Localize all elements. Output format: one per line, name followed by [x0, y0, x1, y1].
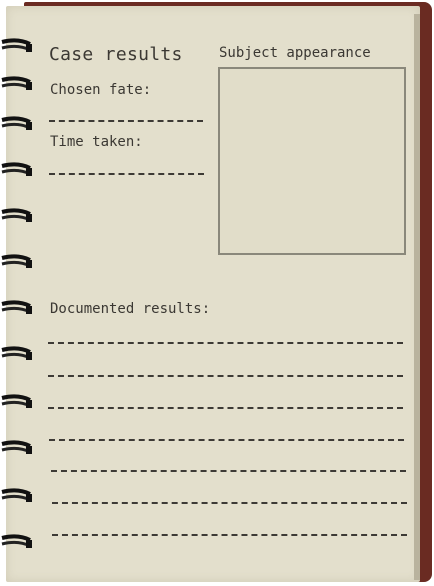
subject-appearance-label: Subject appearance: [219, 45, 371, 61]
spiral-ring-icon: [1, 440, 32, 454]
documented-results-label: Documented results:: [50, 301, 211, 317]
documented-line: [51, 470, 406, 472]
documented-line: [52, 534, 407, 536]
spiral-ring-icon: [1, 208, 32, 222]
spiral-ring-icon: [1, 254, 32, 268]
spiral-ring-icon: [1, 162, 32, 176]
spiral-ring-icon: [1, 488, 32, 502]
chosen-fate-line: [49, 120, 203, 122]
spiral-ring-icon: [1, 534, 32, 548]
documented-line: [48, 342, 403, 344]
spiral-ring-icon: [1, 300, 32, 314]
case-notebook: Case results Chosen fate: Time taken: Su…: [0, 0, 434, 586]
chosen-fate-label: Chosen fate:: [50, 82, 152, 98]
subject-photo-frame: [218, 67, 406, 255]
spiral-ring-icon: [1, 116, 32, 130]
spiral-ring-icon: [1, 346, 32, 360]
report-title: Case results: [49, 44, 183, 65]
time-taken-line: [49, 173, 204, 175]
documented-line: [49, 439, 404, 441]
spiral-ring-icon: [1, 76, 32, 90]
time-taken-label: Time taken:: [50, 134, 143, 150]
spiral-ring-icon: [1, 394, 32, 408]
documented-line: [48, 375, 403, 377]
documented-line: [52, 502, 407, 504]
page-edge: [414, 14, 420, 580]
documented-line: [48, 407, 403, 409]
spiral-ring-icon: [1, 38, 32, 52]
